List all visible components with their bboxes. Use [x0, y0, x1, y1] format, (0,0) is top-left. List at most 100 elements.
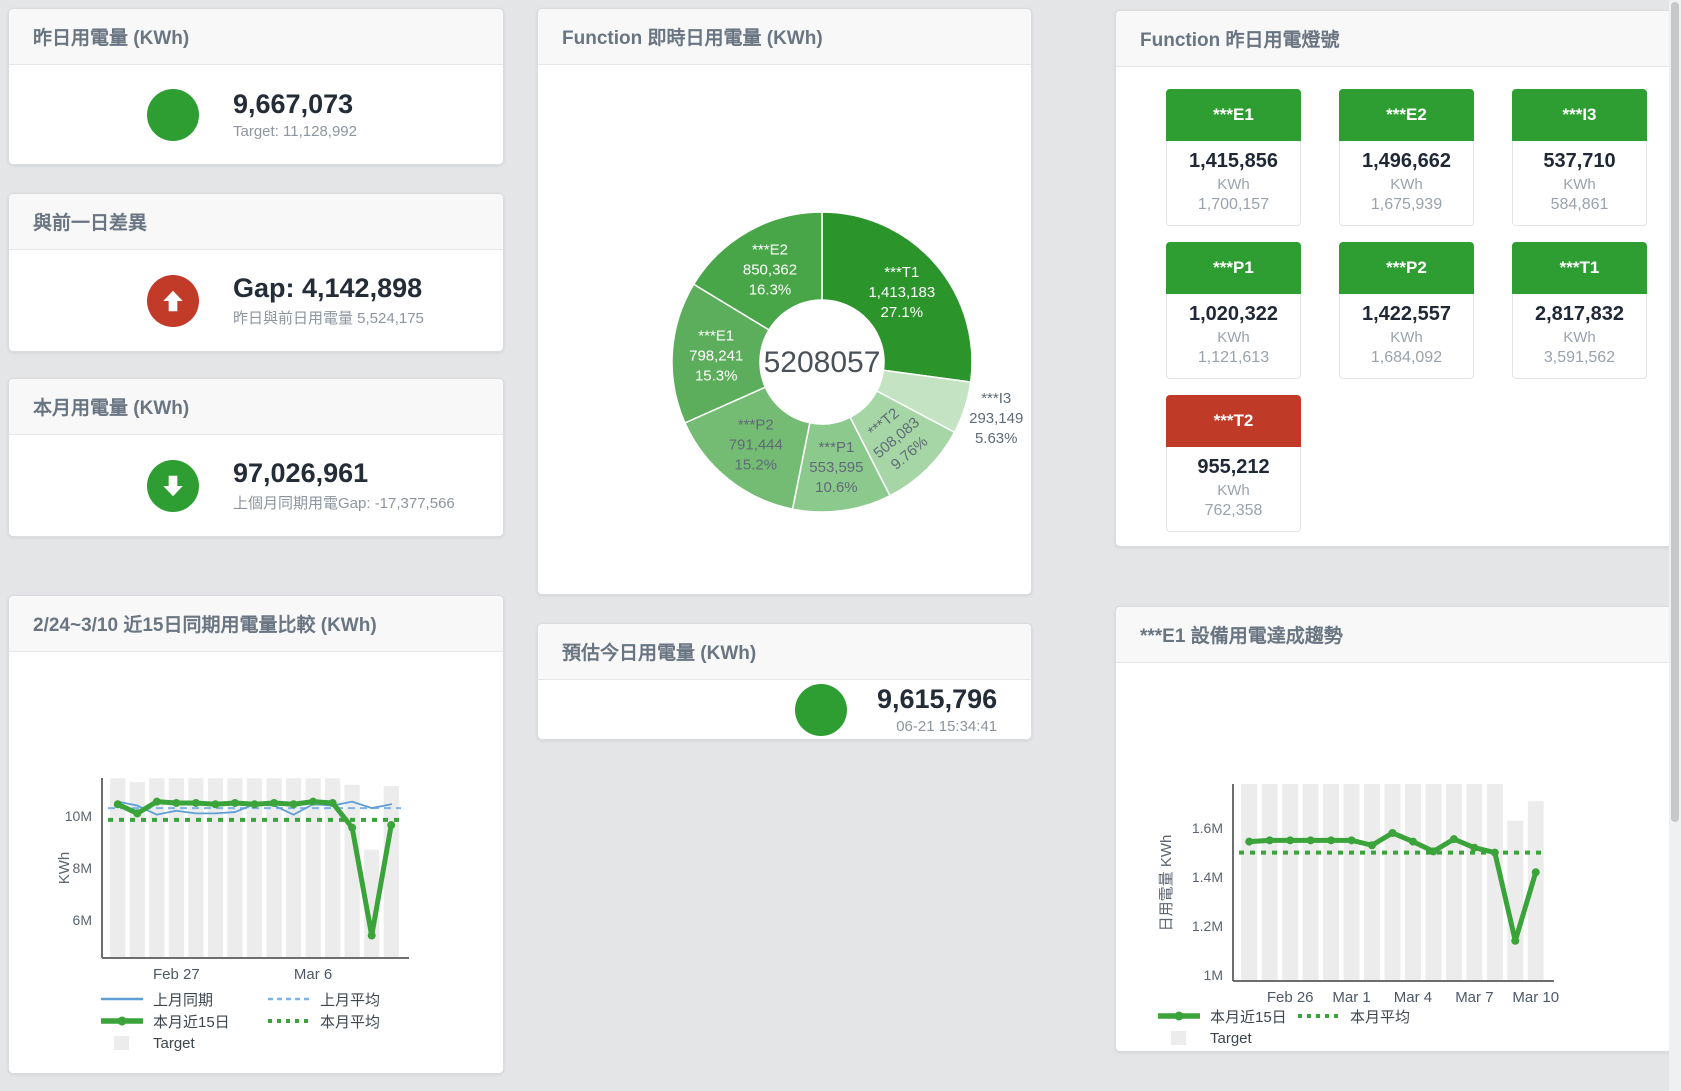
legend-item-bar[interactable]: Target [1156, 1030, 1296, 1047]
series-point[interactable] [1491, 849, 1499, 857]
legend-marker-icon [266, 992, 312, 1006]
series-point[interactable] [192, 799, 200, 807]
series-point[interactable] [172, 799, 180, 807]
device-tile-unit: KWh [1167, 482, 1300, 499]
legend-item-dots[interactable]: 本月平均 [1296, 1006, 1436, 1027]
device-tile-value: 1,496,662 [1340, 150, 1473, 173]
series-point[interactable] [1389, 829, 1397, 837]
series-point[interactable] [1368, 841, 1376, 849]
series-point[interactable] [1450, 835, 1458, 843]
estimate-today-card-title: 預估今日用電量 (KWh) [538, 624, 1031, 680]
donut-label-line: 16.3% [749, 282, 792, 299]
series-point[interactable] [153, 798, 161, 806]
series-point[interactable] [1307, 836, 1315, 844]
y-axis-tick-label: 6M [73, 912, 92, 928]
device-tile-1[interactable]: ***E11,415,856KWh1,700,157 [1166, 89, 1301, 226]
legend-item-bar[interactable]: Target [99, 1035, 266, 1052]
legend-marker-icon [1156, 1031, 1202, 1045]
device-tile-body: 955,212KWh762,358 [1166, 447, 1301, 532]
series-point[interactable] [1511, 937, 1519, 945]
yesterday-lights-card-title: Function 昨日用電燈號 [1116, 11, 1671, 67]
legend-marker-icon [1156, 1009, 1202, 1023]
donut-label-line: 798,241 [689, 347, 743, 364]
series-point[interactable] [348, 824, 356, 832]
e1-trend-chart-legend: 本月近15日 本月平均 Target [1116, 1005, 1436, 1049]
target-bar [1344, 784, 1360, 981]
device-tile-2[interactable]: ***E21,496,662KWh1,675,939 [1339, 89, 1474, 226]
estimate-today-card: 預估今日用電量 (KWh) 9,615,796 06-21 15:34:41 [537, 623, 1032, 740]
e1-trend-card: ***E1 設備用電達成趨勢 1.6M1.4M1.2M1MFeb 26Mar 1… [1115, 606, 1672, 1052]
x-axis-tick-label: Feb 26 [1267, 989, 1314, 1006]
device-tile-unit: KWh [1513, 176, 1646, 193]
series-point[interactable] [231, 799, 239, 807]
device-tile-3[interactable]: ***I3537,710KWh584,861 [1512, 89, 1647, 226]
day-gap-caption: 昨日與前日用電量 5,524,175 [233, 307, 424, 328]
compare-chart-legend: 上月同期上月平均本月近15日本月平均Target [9, 988, 433, 1054]
page-scrollbar-thumb[interactable] [1671, 2, 1679, 822]
y-axis-tick-label: 1.2M [1192, 918, 1223, 934]
series-point[interactable] [309, 798, 317, 806]
series-point[interactable] [368, 932, 376, 940]
legend-row: 本月近15日本月平均 [99, 1010, 433, 1032]
series-point[interactable] [1429, 847, 1437, 855]
target-bar [1425, 784, 1441, 981]
series-point[interactable] [1532, 868, 1540, 876]
legend-label: 本月平均 [1350, 1006, 1410, 1027]
series-point[interactable] [1266, 836, 1274, 844]
device-tile-name: ***T2 [1166, 395, 1301, 447]
target-bar [1446, 784, 1462, 981]
series-point[interactable] [290, 800, 298, 808]
device-tile-body: 2,817,832KWh3,591,562 [1512, 294, 1647, 379]
device-tile-4[interactable]: ***P11,020,322KWh1,121,613 [1166, 242, 1301, 379]
legend-item-thick-line[interactable]: 本月近15日 [1156, 1006, 1296, 1027]
estimate-today-kpi: 9,615,796 06-21 15:34:41 [538, 680, 1031, 739]
target-bar [1466, 784, 1482, 981]
legend-marker-icon [99, 1014, 145, 1028]
legend-marker-icon [99, 992, 145, 1006]
legend-item-dots[interactable]: 本月平均 [266, 1011, 433, 1032]
series-point[interactable] [329, 799, 337, 807]
month-usage-kpi: 97,026,961 上個月同期用電Gap: -17,377,566 [9, 435, 503, 536]
device-tile-6[interactable]: ***T12,817,832KWh3,591,562 [1512, 242, 1647, 379]
series-point[interactable] [133, 809, 141, 817]
green-down-arrow-circle [147, 460, 199, 512]
series-point[interactable] [270, 799, 278, 807]
series-point[interactable] [1286, 836, 1294, 844]
x-axis-tick-label: Mar 6 [294, 966, 332, 983]
series-point[interactable] [387, 821, 395, 829]
legend-item-line[interactable]: 上月同期 [99, 989, 266, 1010]
series-point[interactable] [1409, 838, 1417, 846]
series-point[interactable] [1470, 844, 1478, 852]
legend-marker-icon [1296, 1009, 1342, 1023]
series-point[interactable] [211, 800, 219, 808]
series-point[interactable] [1327, 836, 1335, 844]
donut-label-line: 553,595 [809, 459, 863, 476]
donut-label-line: 5.63% [975, 430, 1018, 447]
donut-label-line: ***E1 [698, 327, 734, 344]
donut-label-line: 791,444 [729, 437, 783, 454]
series-point[interactable] [251, 800, 259, 808]
device-tile-7[interactable]: ***T2955,212KWh762,358 [1166, 395, 1301, 532]
series-point[interactable] [114, 800, 122, 808]
series-point[interactable] [1348, 836, 1356, 844]
red-up-arrow-circle [147, 275, 199, 327]
device-tile-body: 1,422,557KWh1,684,092 [1339, 294, 1474, 379]
device-tile-subvalue: 1,121,613 [1167, 349, 1300, 367]
target-bar [1262, 784, 1278, 981]
y-axis-tick-label: 1M [1204, 967, 1223, 983]
target-bar [1303, 784, 1319, 981]
down-arrow-icon [160, 473, 186, 499]
page-scrollbar-track[interactable] [1669, 0, 1681, 1091]
device-tile-5[interactable]: ***P21,422,557KWh1,684,092 [1339, 242, 1474, 379]
device-tile-name: ***I3 [1512, 89, 1647, 141]
legend-item-dash[interactable]: 上月平均 [266, 989, 433, 1010]
x-axis-tick-label: Mar 4 [1394, 989, 1432, 1006]
series-point[interactable] [1245, 838, 1253, 846]
donut-label-line: 15.3% [695, 367, 738, 384]
estimate-today-value: 9,615,796 [877, 684, 997, 715]
donut-label-line: ***P1 [818, 439, 854, 456]
day-gap-card-title: 與前一日差異 [9, 194, 503, 250]
legend-item-thick-line[interactable]: 本月近15日 [99, 1011, 266, 1032]
x-axis-tick-label: Feb 27 [153, 966, 200, 983]
device-tile-value: 1,422,557 [1340, 303, 1473, 326]
